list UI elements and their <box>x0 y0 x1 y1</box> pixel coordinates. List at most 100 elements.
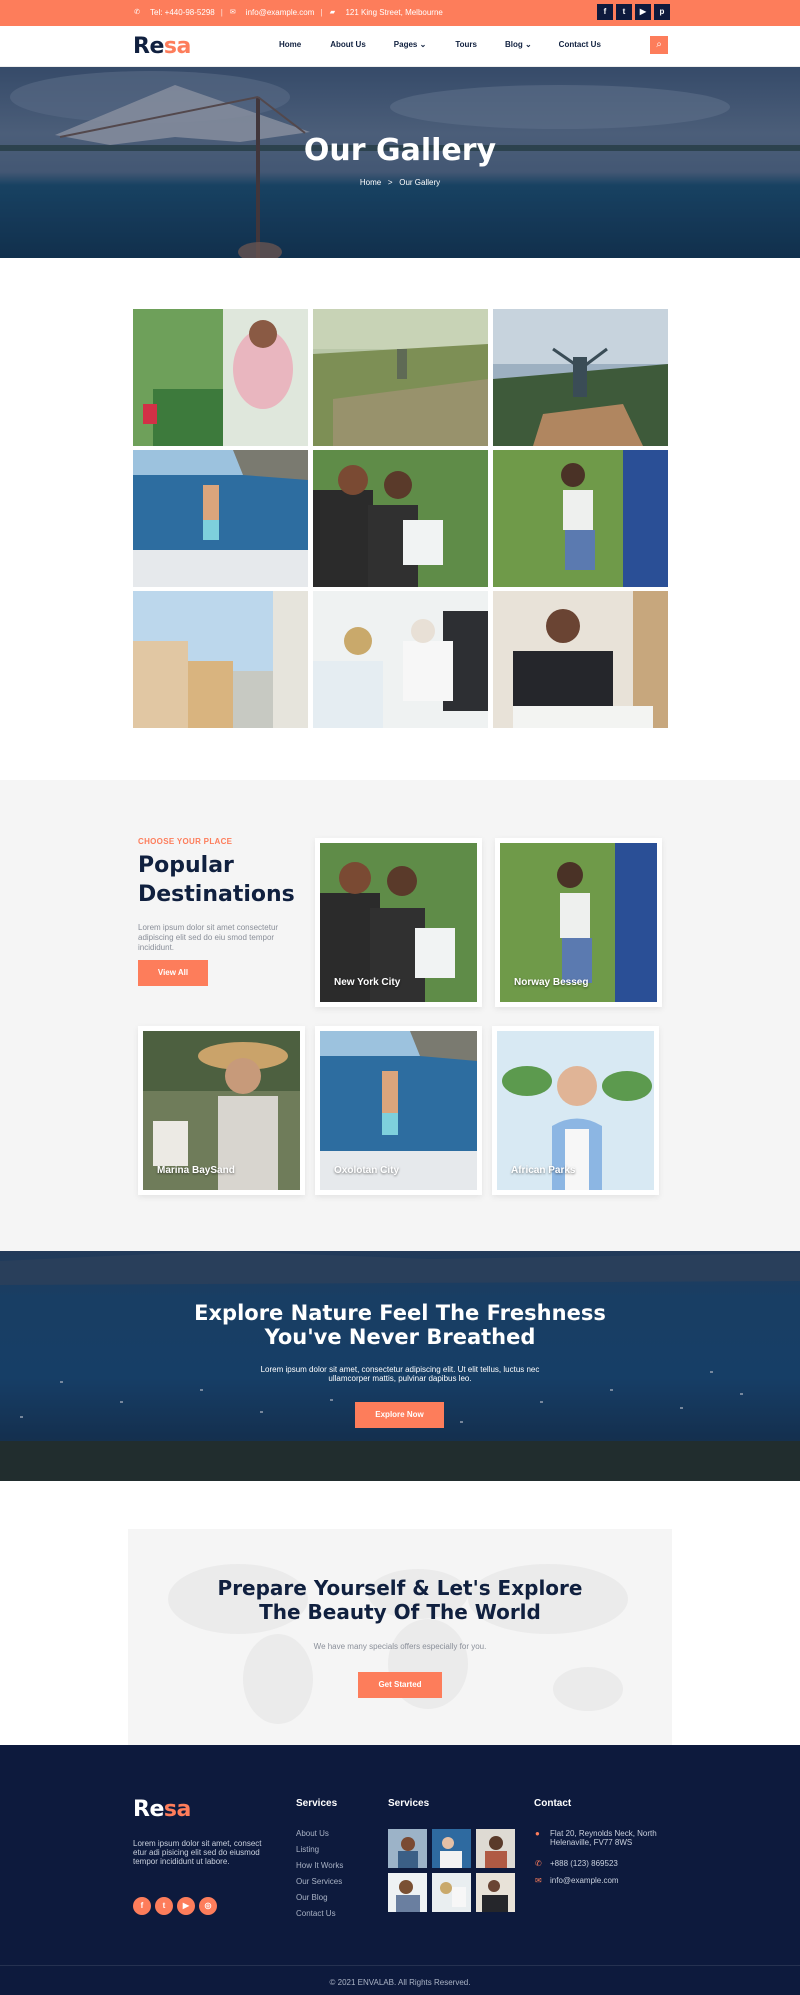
footer-email-text: info@example.com <box>550 1876 619 1885</box>
gallery-photo[interactable] <box>493 309 668 446</box>
gallery-photo[interactable] <box>313 450 488 587</box>
destination-name: Norway Besseg <box>514 977 589 988</box>
gallery-photo[interactable] <box>133 309 308 446</box>
nav-menu: Home About Us Pages ⌄ Tours Blog ⌄ Conta… <box>279 40 601 49</box>
footer-address: ● Flat 20, Reynolds Neck, North Helenavi… <box>535 1829 665 1847</box>
footer-thumb[interactable] <box>388 1829 427 1868</box>
view-all-button[interactable]: View All <box>138 960 208 986</box>
footer-thumb[interactable] <box>432 1829 471 1868</box>
banner-title-line-2: You've Never Breathed <box>264 1325 536 1349</box>
world-map-background <box>168 1564 628 1724</box>
nav-item-home[interactable]: Home <box>279 40 301 49</box>
instagram-icon[interactable]: ◎ <box>199 1897 217 1915</box>
footer-phone-text: +888 (123) 869523 <box>550 1859 618 1868</box>
youtube-icon[interactable]: ▶ <box>177 1897 195 1915</box>
top-address: 121 King Street, Melbourne <box>345 8 443 17</box>
chevron-down-icon: ⌄ <box>419 40 427 49</box>
facebook-icon[interactable]: f <box>597 4 613 20</box>
breadcrumb-current: Our Gallery <box>399 178 441 187</box>
banner-title: Explore Nature Feel The Freshness You've … <box>0 1301 800 1349</box>
destination-image: Norway Besseg <box>500 843 657 1002</box>
destinations-title: Popular Destinations <box>138 853 295 907</box>
facebook-icon[interactable]: f <box>133 1897 151 1915</box>
explore-now-button[interactable]: Explore Now <box>355 1402 444 1428</box>
mail-icon: ✉ <box>535 1876 542 1885</box>
gallery-photo[interactable] <box>493 450 668 587</box>
divider: | <box>220 8 223 17</box>
search-button[interactable]: ⌕ <box>650 36 668 54</box>
destination-image: African Parks <box>497 1031 654 1190</box>
gallery-photo[interactable] <box>133 450 308 587</box>
phone-icon: ✆ <box>535 1859 542 1868</box>
chevron-right-icon: > <box>387 178 393 187</box>
gallery-grid <box>133 309 668 728</box>
footer-contact-heading: Contact <box>534 1798 572 1809</box>
banner-text: Lorem ipsum dolor sit amet, consectetur … <box>260 1365 540 1383</box>
footer-services-list: About Us Listing How It Works Our Servic… <box>296 1826 343 1922</box>
destination-card[interactable]: Oxolotan City <box>315 1026 482 1195</box>
explore-banner: Explore Nature Feel The Freshness You've … <box>0 1251 800 1481</box>
get-started-button[interactable]: Get Started <box>358 1672 442 1698</box>
site-logo[interactable]: Resa <box>133 34 191 59</box>
footer-link[interactable]: How It Works <box>296 1858 343 1874</box>
destination-card[interactable]: Marina BaySand <box>138 1026 305 1195</box>
nav-item-blog[interactable]: Blog ⌄ <box>505 40 532 49</box>
footer-gallery-heading: Services <box>388 1798 430 1809</box>
gallery-photo[interactable] <box>493 591 668 728</box>
footer-email[interactable]: ✉ info@example.com <box>535 1876 619 1885</box>
footer-link[interactable]: Our Services <box>296 1874 343 1890</box>
footer-thumb[interactable] <box>388 1873 427 1912</box>
nav-item-contact[interactable]: Contact Us <box>559 40 601 49</box>
footer-link[interactable]: Our Blog <box>296 1890 343 1906</box>
top-phone[interactable]: Tel: +440-98-5298 <box>150 8 215 17</box>
footer-about-text: Lorem ipsum dolor sit amet, consect etur… <box>133 1839 262 1866</box>
section-kicker: CHOOSE YOUR PLACE <box>138 837 233 846</box>
cta-title: Prepare Yourself & Let's Explore The Beau… <box>128 1576 672 1624</box>
pinterest-icon[interactable]: p <box>654 4 670 20</box>
cta-title-line-2: The Beauty Of The World <box>259 1600 541 1624</box>
gallery-photo[interactable] <box>313 591 488 728</box>
destinations-description: Lorem ipsum dolor sit amet consectetur a… <box>138 923 279 952</box>
nav-item-pages[interactable]: Pages ⌄ <box>394 40 427 49</box>
nav-item-tours[interactable]: Tours <box>455 40 477 49</box>
destination-card[interactable]: New York City <box>315 838 482 1007</box>
destination-name: African Parks <box>511 1165 576 1176</box>
footer-address-text: Flat 20, Reynolds Neck, North Helenavill… <box>550 1829 657 1847</box>
footer-link[interactable]: Contact Us <box>296 1906 343 1922</box>
footer-phone[interactable]: ✆ +888 (123) 869523 <box>535 1859 618 1868</box>
top-contact-info: ✆ Tel: +440-98-5298 | ✉ info@example.com… <box>133 8 443 17</box>
gallery-photo[interactable] <box>133 591 308 728</box>
nav-item-blog-label: Blog <box>504 40 523 49</box>
footer-thumb[interactable] <box>476 1829 515 1868</box>
top-email[interactable]: info@example.com <box>246 8 315 17</box>
footer-link[interactable]: Listing <box>296 1842 343 1858</box>
footer-services-heading: Services <box>296 1798 338 1809</box>
logo-text-1: Re <box>133 34 164 59</box>
page-title: Our Gallery <box>303 133 497 168</box>
gallery-photo[interactable] <box>313 309 488 446</box>
footer-link[interactable]: About Us <box>296 1826 343 1842</box>
phone-icon: ✆ <box>134 8 140 16</box>
nav-item-pages-label: Pages <box>393 40 418 49</box>
top-bar: ✆ Tel: +440-98-5298 | ✉ info@example.com… <box>0 0 800 26</box>
destination-card[interactable]: African Parks <box>492 1026 659 1195</box>
twitter-icon[interactable]: t <box>616 4 632 20</box>
logo-text-2: sa <box>163 34 191 59</box>
destination-image: Oxolotan City <box>320 1031 477 1190</box>
footer-thumb[interactable] <box>432 1873 471 1912</box>
map-pin-icon: ● <box>535 1829 540 1838</box>
cta-section: Prepare Yourself & Let's Explore The Beau… <box>128 1529 672 1745</box>
breadcrumb-home[interactable]: Home <box>360 178 381 187</box>
page-hero: Our Gallery Home > Our Gallery <box>0 67 800 258</box>
youtube-icon[interactable]: ▶ <box>635 4 651 20</box>
destination-image: New York City <box>320 843 477 1002</box>
footer-logo[interactable]: Resa <box>133 1797 191 1822</box>
footer-thumb[interactable] <box>476 1873 515 1912</box>
nav-item-about[interactable]: About Us <box>330 40 366 49</box>
destination-card[interactable]: Norway Besseg <box>495 838 662 1007</box>
twitter-icon[interactable]: t <box>155 1897 173 1915</box>
destination-name: Marina BaySand <box>157 1165 235 1176</box>
logo-text-2: sa <box>163 1797 191 1822</box>
logo-text-1: Re <box>133 1797 164 1822</box>
cta-text: We have many specials offers especially … <box>313 1642 487 1651</box>
